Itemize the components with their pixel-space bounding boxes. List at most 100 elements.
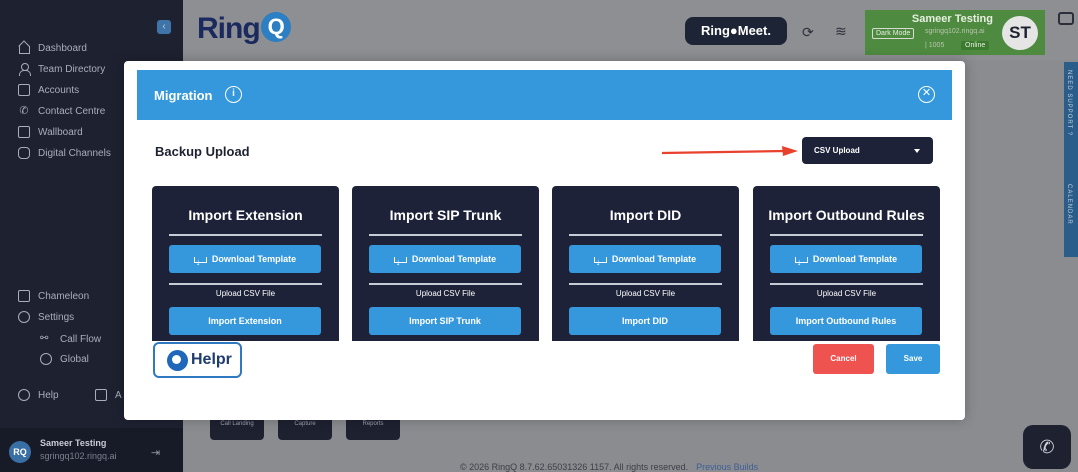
calendar-tab[interactable]: CALENDAR [1066, 184, 1072, 225]
sidebar-item-settings[interactable]: Settings [18, 308, 74, 326]
card-title: Import Outbound Rules [768, 207, 925, 223]
modal-title: Migration [154, 88, 213, 103]
wifi-icon: ≋ [835, 23, 847, 39]
button-label: Download Template [611, 254, 697, 264]
upload-csv-label: Upload CSV File [215, 289, 276, 298]
sidebar-item-label: Wallboard [38, 126, 83, 138]
user-card-name: Sameer Testing [911, 13, 993, 25]
info-icon[interactable]: i [225, 86, 242, 103]
button-label: Download Template [411, 254, 497, 264]
import-extension-button[interactable]: Import Extension [169, 307, 321, 335]
divider [569, 234, 722, 236]
sidebar-item-label: Contact Centre [38, 105, 106, 117]
logo-q: Q [260, 12, 291, 42]
sidebar-item-label: Digital Channels [38, 147, 111, 159]
cancel-button[interactable]: Cancel [813, 344, 874, 374]
helpr-label: Helpr [191, 351, 232, 368]
sidebar-item-chameleon[interactable]: Chameleon [18, 287, 89, 305]
person-icon [18, 63, 31, 76]
button-label: Download Template [812, 254, 898, 264]
right-side-tabs: NEED SUPPORT ? CALENDAR [1064, 62, 1078, 257]
save-button[interactable]: Save [886, 344, 940, 374]
import-sip-trunk-button[interactable]: Import SIP Trunk [369, 307, 521, 335]
avatar[interactable]: ST [1002, 16, 1038, 50]
migration-modal: Migration i ✕ Backup Upload CSV Upload I… [124, 61, 965, 420]
sidebar-item-global[interactable]: Global [40, 350, 89, 368]
video-icon[interactable] [1058, 12, 1074, 25]
user-card-email: sgringq102.ringq.ai [925, 28, 985, 35]
red-arrow-annotation [661, 146, 798, 156]
download-template-button[interactable]: Download Template [770, 245, 922, 276]
card-title: Import DID [609, 207, 682, 223]
download-icon [393, 248, 407, 276]
divider [169, 283, 322, 285]
sidebar-item-label: Chameleon [38, 290, 90, 302]
user-email: sgringq102.ringq.ai [40, 451, 117, 461]
upload-csv-label: Upload CSV File [615, 289, 676, 298]
sync-icon[interactable]: ⟳ [802, 24, 814, 41]
need-support-tab[interactable]: NEED SUPPORT ? [1066, 70, 1072, 136]
helpr-button[interactable]: Helpr [153, 342, 242, 378]
user-name: Sameer Testing [40, 438, 107, 448]
sidebar-item-app[interactable]: A [95, 386, 122, 404]
gear-icon [18, 311, 30, 323]
footer: © 2026 RingQ 8.7.62.65031326 1157. All r… [460, 462, 758, 472]
download-template-button[interactable]: Download Template [369, 245, 521, 276]
sidebar-item-digital-channels[interactable]: Digital Channels [18, 144, 111, 162]
phone-icon: ✆ [19, 105, 29, 117]
divider [770, 234, 923, 236]
sidebar-item-wallboard[interactable]: Wallboard [18, 123, 83, 141]
divider [169, 234, 322, 236]
app-icon [95, 389, 107, 401]
tablet-icon [18, 290, 30, 302]
download-template-button[interactable]: Download Template [169, 245, 321, 276]
sidebar-item-dashboard[interactable]: Dashboard [18, 39, 87, 57]
download-template-button[interactable]: Download Template [569, 245, 721, 276]
sidebar-item-help[interactable]: Help [18, 386, 59, 404]
dark-mode-toggle[interactable]: Dark Mode [872, 28, 915, 39]
backup-upload-label: Backup Upload [155, 144, 250, 159]
sidebar-item-label: Team Directory [38, 63, 106, 75]
divider [369, 283, 522, 285]
help-icon [18, 389, 30, 401]
sidebar-item-label: Dashboard [38, 42, 87, 54]
sidebar-item-contact-centre[interactable]: ✆ Contact Centre [18, 102, 105, 120]
divider [569, 283, 722, 285]
flow-icon: ⚯ [40, 333, 49, 344]
sidebar-item-label: A [115, 389, 122, 401]
divider [369, 234, 522, 236]
upload-csv-label: Upload CSV File [816, 289, 877, 298]
user-card-extension: | 1005 [925, 42, 945, 49]
card-title: Import SIP Trunk [389, 207, 502, 223]
download-icon [193, 248, 207, 276]
user-status-card[interactable]: Sameer Testing Dark Mode sgringq102.ring… [865, 10, 1045, 55]
board-icon [18, 126, 30, 138]
logout-icon[interactable]: ⇥ [151, 446, 160, 459]
sidebar-item-label: Settings [38, 311, 75, 323]
close-icon[interactable]: ✕ [918, 86, 935, 103]
status-badge: Online [961, 41, 990, 50]
chevron-left-icon[interactable]: ‹ [157, 20, 171, 34]
download-icon [593, 248, 607, 276]
avatar[interactable]: RQ [9, 441, 31, 463]
import-outbound-rules-button[interactable]: Import Outbound Rules [770, 307, 922, 335]
sidebar-item-label: Global [60, 353, 89, 365]
import-did-card: Import DID Download Template Upload CSV … [552, 186, 739, 341]
divider [770, 283, 923, 285]
previous-builds-link[interactable]: Previous Builds [696, 462, 758, 472]
modal-header: Migration i ✕ [137, 70, 952, 120]
sidebar-item-call-flow[interactable]: ⚯ Call Flow [40, 330, 101, 348]
sidebar-item-label: Accounts [38, 84, 80, 96]
helpr-chat-icon [167, 350, 188, 371]
import-extension-card: Import Extension Download Template Uploa… [152, 186, 339, 341]
phone-icon[interactable]: ✆ [1023, 425, 1071, 469]
sidebar-item-label: Help [38, 389, 59, 401]
contact-card-icon [18, 84, 30, 96]
import-did-button[interactable]: Import DID [569, 307, 721, 335]
import-sip-trunk-card: Import SIP Trunk Download Template Uploa… [352, 186, 539, 341]
sidebar-item-team-directory[interactable]: Team Directory [18, 60, 105, 78]
ringq-meet-button[interactable]: Ring●Meet. [685, 17, 787, 45]
footer-copyright: © 2026 RingQ 8.7.62.65031326 1157. All r… [460, 462, 689, 472]
upload-type-select[interactable]: CSV Upload [802, 137, 933, 164]
sidebar-item-accounts[interactable]: Accounts [18, 81, 79, 99]
